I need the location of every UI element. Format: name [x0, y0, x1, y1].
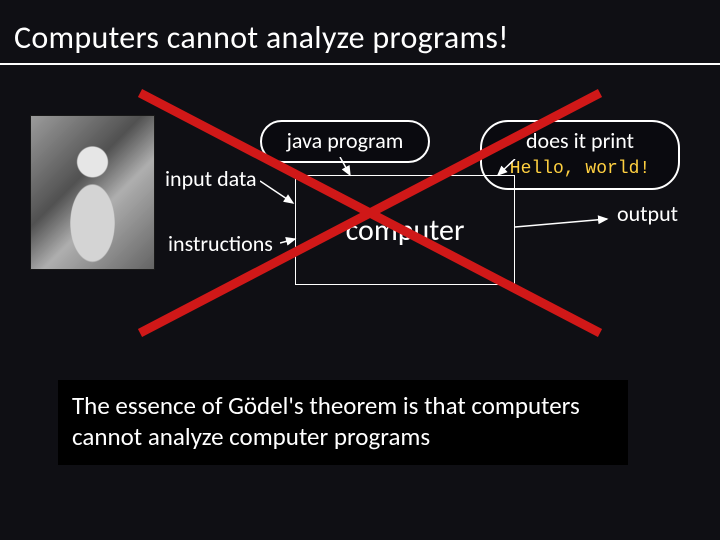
arrow-right-to-computer	[490, 159, 530, 184]
bubble-right-line1: does it print	[526, 127, 634, 154]
arrow-computer-to-output	[515, 215, 615, 235]
label-input-data: input data	[165, 165, 257, 192]
caption-box: The essence of Gödel's theorem is that c…	[58, 380, 628, 465]
bubble-right-line2: Hello, world!	[510, 159, 650, 179]
label-output: output	[617, 200, 678, 227]
caption-text: The essence of Gödel's theorem is that c…	[72, 390, 580, 452]
diagram-stage: java program does it print Hello, world!…	[0, 65, 720, 505]
runner-photo	[30, 115, 155, 270]
arrow-inputdata-to-computer	[260, 173, 310, 213]
computer-label: computer	[346, 212, 465, 249]
arrow-java-to-computer	[330, 157, 370, 187]
slide-title: Computers cannot analyze programs!	[0, 0, 720, 65]
label-instructions: instructions	[168, 230, 273, 257]
arrow-instructions-to-computer	[280, 233, 310, 253]
computer-box: computer	[295, 175, 515, 285]
